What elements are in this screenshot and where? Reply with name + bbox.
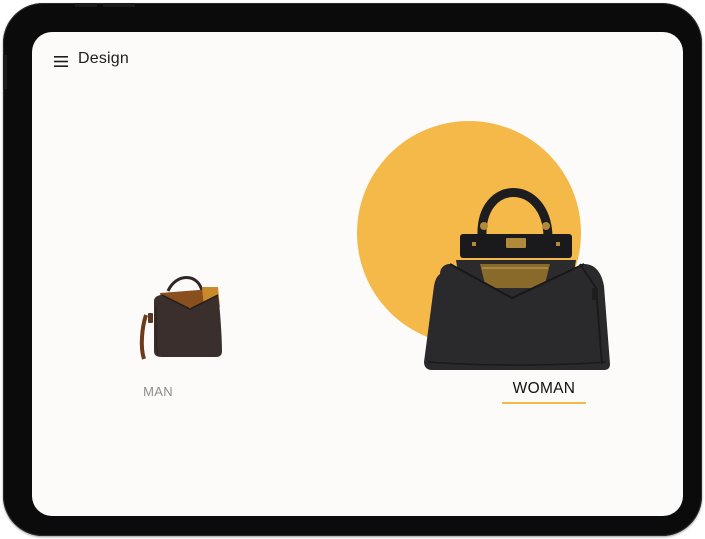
power-button [103,3,135,7]
tablet-frame: Design MAN WOMAN [3,3,702,536]
top-bar: Design [54,48,129,70]
category-man[interactable]: MAN [132,384,184,399]
side-button [3,55,7,89]
page-title: Design [78,50,130,67]
app-screen: Design MAN WOMAN [32,32,683,516]
woman-bag-image[interactable] [420,168,610,373]
category-woman[interactable]: WOMAN [502,380,586,404]
hamburger-menu-icon[interactable] [54,54,68,67]
man-bag-image[interactable] [132,267,227,362]
volume-button [75,3,97,7]
